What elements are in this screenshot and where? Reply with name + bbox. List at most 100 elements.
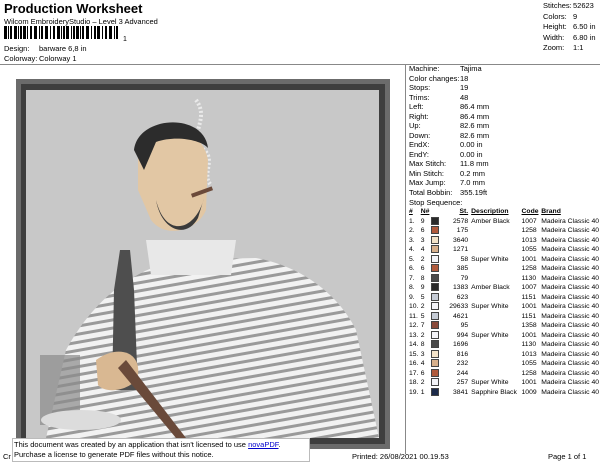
color-swatch xyxy=(431,311,440,320)
design-preview xyxy=(26,90,379,438)
machine-row: Machine: Tajima xyxy=(409,64,482,73)
color-swatch xyxy=(431,340,440,349)
row-needle: 1 xyxy=(420,388,425,396)
stops-row: Stops: 19 xyxy=(409,83,469,92)
table-row: 10. 2 29633 Super White 1001 Madeira Classic … xyxy=(409,302,599,312)
col-code: Code xyxy=(521,208,539,215)
row-stitches: 816 xyxy=(456,350,469,358)
footer-cr: Cr xyxy=(3,452,11,461)
row-stitches: 2578 xyxy=(453,217,469,225)
row-code: 1009 xyxy=(521,388,537,396)
row-description: Sapphire Black xyxy=(471,388,517,396)
col-needle: N# xyxy=(420,208,430,215)
row-index: 13. xyxy=(409,331,419,339)
row-index: 4. xyxy=(409,246,415,253)
row-swatch xyxy=(431,340,441,350)
row-swatch xyxy=(431,311,441,322)
row-swatch xyxy=(431,216,441,227)
barcode: 1 xyxy=(4,26,127,42)
color-swatch xyxy=(431,235,440,244)
row-swatch xyxy=(431,359,441,369)
row-code: 1013 xyxy=(521,350,537,358)
table-row: 9. 5 623 1151 Madeira Classic 40 xyxy=(409,292,599,303)
printed-timestamp: Printed: 26/08/2021 00.19.53 xyxy=(352,452,449,461)
row-needle: 6 xyxy=(420,369,425,377)
row-description: Amber Black xyxy=(471,284,510,291)
table-row: 6. 6 385 1258 Madeira Classic 40 xyxy=(409,264,599,274)
page-title: Production Worksheet xyxy=(4,1,143,16)
color-swatch xyxy=(431,359,440,368)
row-swatch xyxy=(431,292,441,303)
table-row: 3. 3 3640 1013 Madeira Classic 40 xyxy=(409,235,599,246)
left-row: Left: 86.4 mm xyxy=(409,102,490,111)
novapdf-link[interactable]: novaPDF xyxy=(248,440,278,449)
row-code: 1130 xyxy=(521,341,537,348)
row-needle: 9 xyxy=(420,284,425,291)
row-brand: Madeira Classic 40 xyxy=(541,388,599,396)
license-notice-line2: Purchase a license to generate PDF files… xyxy=(14,450,214,459)
col-swatch xyxy=(431,207,441,217)
row-needle: 9 xyxy=(420,217,425,225)
row-needle: 2 xyxy=(420,303,425,310)
row-index: 17. xyxy=(409,369,419,377)
row-description xyxy=(471,274,521,284)
row-index: 10. xyxy=(409,303,419,310)
color-swatch xyxy=(431,321,440,330)
row-index: 5. xyxy=(409,255,415,263)
table-row: 4. 4 1271 1055 Madeira Classic 40 xyxy=(409,245,599,255)
row-brand: Madeira Classic 40 xyxy=(541,341,599,348)
row-description xyxy=(471,245,521,255)
row-index: 18. xyxy=(409,379,419,386)
row-index: 14. xyxy=(409,341,419,348)
table-row: 8. 9 1383 Amber Black 1007 Madeira Classic 40 xyxy=(409,283,599,293)
row-stitches: 623 xyxy=(456,293,469,301)
max-jump-row: Max Jump: 7.0 mm xyxy=(409,178,486,187)
color-swatch xyxy=(431,378,440,387)
row-brand: Madeira Classic 40 xyxy=(541,331,599,339)
table-row: 12. 7 95 1358 Madeira Classic 40 xyxy=(409,321,599,331)
row-description xyxy=(471,312,521,322)
col-brand: Brand xyxy=(541,208,561,215)
table-row: 7. 8 79 1130 Madeira Classic 40 xyxy=(409,273,599,284)
row-stitches: 175 xyxy=(456,227,469,234)
table-row: 14. 8 1696 1130 Madeira Classic 40 xyxy=(409,340,599,350)
design-info: Design: barware 6,8 in Colorway: Colorway … xyxy=(4,44,87,64)
row-needle: 8 xyxy=(420,341,425,348)
color-swatch xyxy=(431,302,440,311)
row-needle: 4 xyxy=(420,246,425,253)
row-stitches: 4621 xyxy=(453,312,469,320)
row-stitches: 95 xyxy=(460,322,469,329)
row-description: Super White xyxy=(471,331,509,339)
row-swatch xyxy=(431,349,441,360)
summary-stitches: Stitches:52623 xyxy=(543,1,594,10)
row-swatch xyxy=(431,378,441,388)
row-stitches: 3841 xyxy=(453,388,469,396)
row-code: 1001 xyxy=(521,255,537,263)
stop-sequence-label: Stop Sequence: xyxy=(409,198,463,207)
color-swatch xyxy=(431,292,440,301)
row-index: 2. xyxy=(409,227,415,234)
row-swatch xyxy=(431,302,441,312)
row-brand: Madeira Classic 40 xyxy=(541,236,599,244)
color-swatch xyxy=(431,349,440,358)
row-index: 12. xyxy=(409,322,419,329)
color-swatch xyxy=(431,368,440,377)
row-code: 1258 xyxy=(521,265,537,272)
row-stitches: 1696 xyxy=(453,341,469,348)
row-code: 1151 xyxy=(521,312,537,320)
row-swatch xyxy=(431,226,441,236)
row-swatch xyxy=(431,235,441,246)
row-needle: 5 xyxy=(420,312,425,320)
row-description xyxy=(471,264,521,274)
row-description: Amber Black xyxy=(471,217,510,225)
row-stitches: 232 xyxy=(456,360,469,367)
summary-colors: Colors: 9 xyxy=(543,11,578,21)
down-row: Down: 82.6 mm xyxy=(409,130,490,140)
row-needle: 8 xyxy=(420,274,425,282)
row-swatch xyxy=(431,330,441,341)
row-code: 1055 xyxy=(521,360,537,367)
right-row: Right: 86.4 mm xyxy=(409,111,490,121)
table-header: # N# St. Description Code Brand xyxy=(409,207,599,217)
table-row: 13. 2 994 Super White 1001 Madeira Classic 40 xyxy=(409,330,599,341)
table-row: 5. 2 58 Super White 1001 Madeira Classic 40 xyxy=(409,254,599,265)
